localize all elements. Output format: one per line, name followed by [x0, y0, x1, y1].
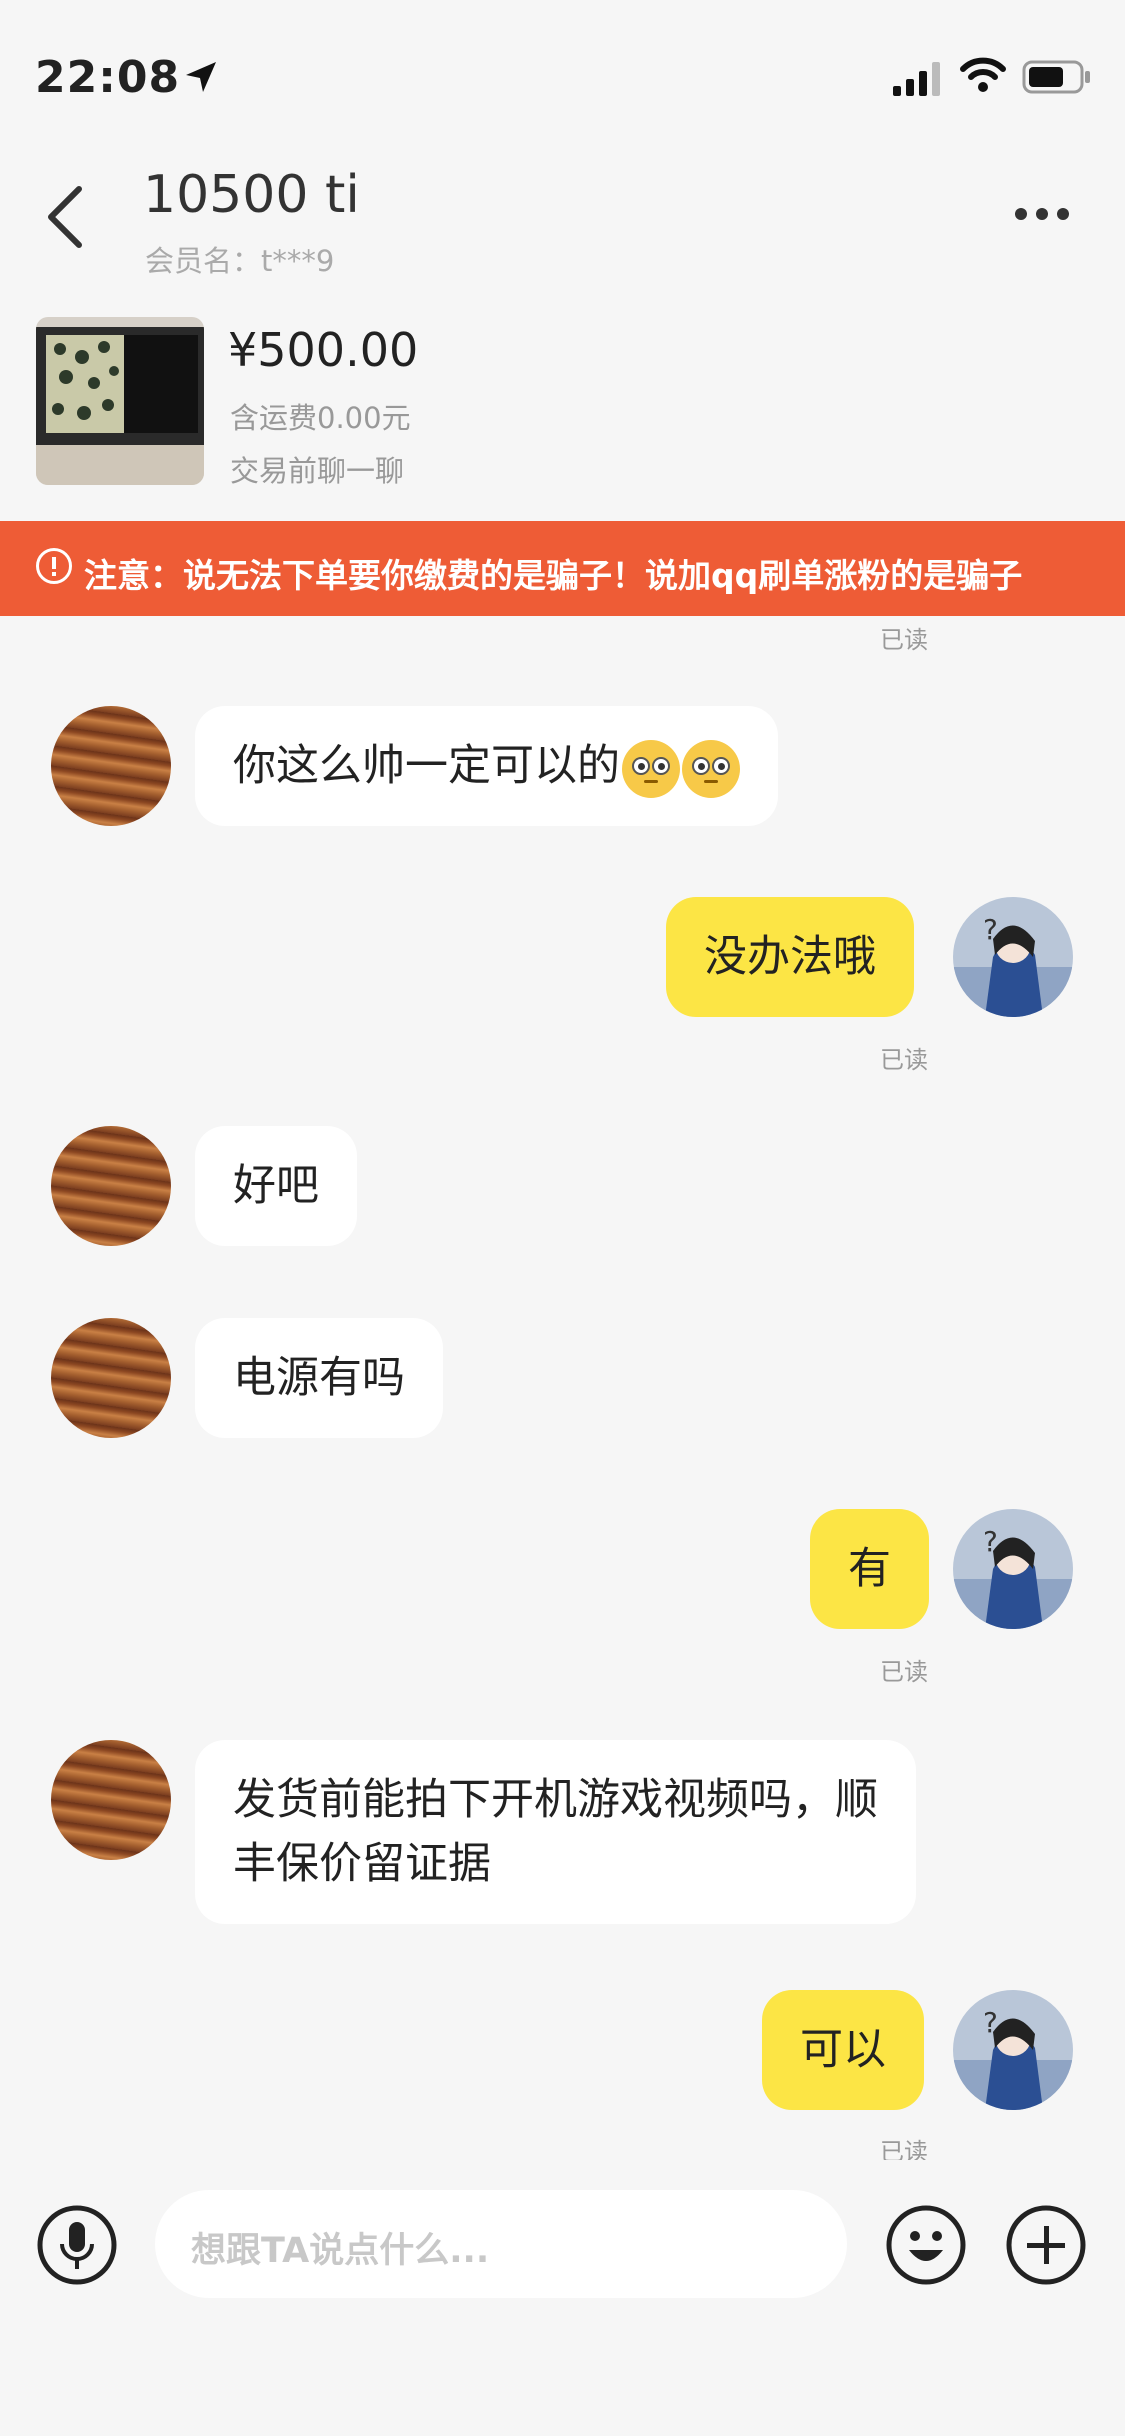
avatar-other[interactable] — [51, 1318, 171, 1438]
product-thumbnail[interactable] — [36, 317, 204, 485]
svg-text:?: ? — [983, 2006, 998, 2039]
svg-text:?: ? — [983, 913, 998, 946]
avatar-other[interactable] — [51, 1740, 171, 1860]
warning-circle-icon — [36, 548, 72, 584]
product-price: ¥500.00 — [228, 323, 419, 377]
read-receipt: 已读 — [880, 626, 928, 654]
message-bubble-left[interactable]: 发货前能拍下开机游戏视频吗，顺 丰保价留证据 — [195, 1740, 916, 1924]
avatar-other[interactable] — [51, 1126, 171, 1246]
member-name: 会员名：t***9 — [145, 244, 335, 278]
message-bubble-left[interactable]: 电源有吗 — [195, 1318, 443, 1438]
avatar-self[interactable]: ? — [953, 897, 1073, 1017]
read-receipt: 已读 — [880, 1046, 928, 1074]
cellular-signal-icon — [893, 62, 940, 96]
shipping-fee: 含运费0.00元 — [230, 401, 411, 435]
status-time: 22:08 — [35, 52, 181, 103]
avatar-other[interactable] — [51, 706, 171, 826]
svg-text:?: ? — [983, 1525, 998, 1558]
message-input-placeholder: 想跟TA说点什么... — [191, 2231, 490, 2271]
location-arrow-icon — [186, 62, 216, 92]
dizzy-face-emoji-icon — [622, 739, 680, 798]
message-bubble-left[interactable]: 好吧 — [195, 1126, 357, 1246]
read-receipt: 已读 — [880, 1658, 928, 1686]
chat-title: 10500 ti — [143, 165, 360, 225]
wifi-icon — [960, 57, 1006, 92]
pre-trade-note: 交易前聊一聊 — [230, 454, 405, 488]
message-bubble-left[interactable]: 你这么帅一定可以的 — [195, 706, 778, 826]
more-dots-icon[interactable] — [1015, 205, 1078, 224]
message-line: 发货前能拍下开机游戏视频吗，顺 — [233, 1775, 878, 1825]
avatar-self[interactable]: ? — [953, 1509, 1073, 1629]
plus-circle-icon[interactable] — [1005, 2204, 1087, 2286]
message-bubble-right[interactable]: 可以 — [762, 1990, 924, 2110]
chevron-left-icon[interactable] — [45, 185, 85, 249]
dizzy-face-emoji-icon — [682, 739, 740, 798]
message-bubble-right[interactable]: 有 — [810, 1509, 929, 1629]
message-line: 丰保价留证据 — [233, 1839, 491, 1889]
battery-icon — [1022, 60, 1090, 94]
scam-warning-text: 注意：说无法下单要你缴费的是骗子！说加qq刷单涨粉的是骗子 — [84, 556, 1023, 595]
message-bubble-right[interactable]: 没办法哦 — [666, 897, 914, 1017]
avatar-self[interactable]: ? — [953, 1990, 1073, 2110]
microphone-icon[interactable] — [36, 2204, 118, 2286]
smiley-icon[interactable] — [885, 2204, 967, 2286]
